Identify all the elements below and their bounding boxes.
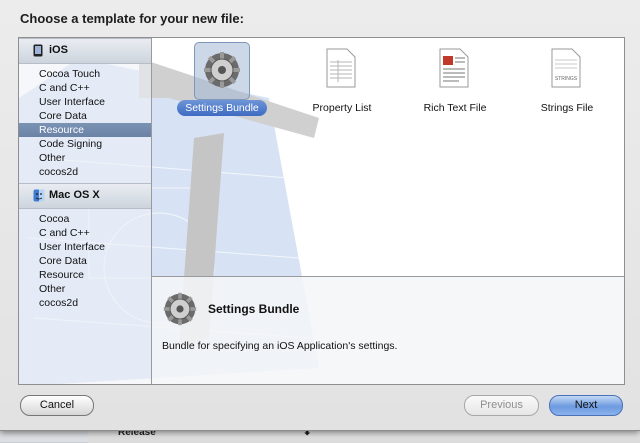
template-category-sidebar: iOS Cocoa Touch C and C++ User Interface… — [19, 38, 152, 384]
strings-file-icon: STRINGS — [551, 48, 581, 88]
sidebar-item-cocoa[interactable]: Cocoa — [19, 212, 151, 226]
sidebar-item-core-data[interactable]: Core Data — [19, 254, 151, 268]
template-label: Settings Bundle — [177, 100, 267, 116]
sidebar-item-other[interactable]: Other — [19, 151, 151, 165]
previous-button[interactable]: Previous — [464, 395, 539, 416]
sidebar-item-cocos2d[interactable]: cocos2d — [19, 165, 151, 179]
new-file-sheet: Choose a template for your new file: iOS… — [0, 0, 640, 431]
template-label: Rich Text File — [423, 102, 487, 114]
sidebar-item-c-and-cpp[interactable]: C and C++ — [19, 81, 151, 95]
template-grid: Settings Bundle Property List Rich Text … — [152, 38, 624, 276]
template-label: Strings File — [540, 102, 594, 114]
sheet-title: Choose a template for your new file: — [20, 11, 244, 26]
settings-bundle-icon — [204, 52, 240, 88]
next-button[interactable]: Next — [549, 395, 623, 416]
description-text: Bundle for specifying an iOS Application… — [162, 340, 398, 352]
section-header-label: Mac OS X — [49, 189, 100, 201]
template-property-list[interactable]: Property List — [287, 42, 397, 122]
sidebar-item-cocoa-touch[interactable]: Cocoa Touch — [19, 67, 151, 81]
sidebar-item-cocos2d[interactable]: cocos2d — [19, 296, 151, 310]
iphone-icon — [33, 44, 43, 57]
section-header-label: iOS — [49, 44, 68, 56]
template-chooser: iOS Cocoa Touch C and C++ User Interface… — [18, 37, 625, 385]
description-title: Settings Bundle — [208, 302, 300, 316]
section-header-mac-os-x[interactable]: Mac OS X — [19, 183, 151, 209]
mac-os-icon — [33, 189, 45, 202]
sidebar-item-user-interface[interactable]: User Interface — [19, 95, 151, 109]
sidebar-item-user-interface[interactable]: User Interface — [19, 240, 151, 254]
settings-bundle-icon — [163, 292, 197, 326]
section-header-ios[interactable]: iOS — [19, 38, 151, 64]
strings-badge-label: STRINGS — [555, 76, 578, 82]
ios-category-list: Cocoa Touch C and C++ User Interface Cor… — [19, 64, 151, 183]
cancel-button[interactable]: Cancel — [20, 395, 94, 416]
sidebar-item-core-data[interactable]: Core Data — [19, 109, 151, 123]
sidebar-item-other[interactable]: Other — [19, 282, 151, 296]
mac-category-list: Cocoa C and C++ User Interface Core Data… — [19, 209, 151, 314]
sidebar-item-c-and-cpp[interactable]: C and C++ — [19, 226, 151, 240]
sidebar-item-code-signing[interactable]: Code Signing — [19, 137, 151, 151]
rich-text-file-icon — [439, 48, 469, 88]
template-rich-text-file[interactable]: Rich Text File — [400, 42, 510, 122]
sidebar-item-resource[interactable]: Resource — [19, 268, 151, 282]
sidebar-item-resource[interactable]: Resource — [19, 123, 151, 137]
template-label: Property List — [312, 102, 372, 114]
template-settings-bundle[interactable]: Settings Bundle — [167, 42, 277, 122]
template-description-pane: Settings Bundle Bundle for specifying an… — [152, 276, 624, 384]
template-strings-file[interactable]: STRINGS Strings File — [512, 42, 622, 122]
property-list-icon — [326, 48, 356, 88]
